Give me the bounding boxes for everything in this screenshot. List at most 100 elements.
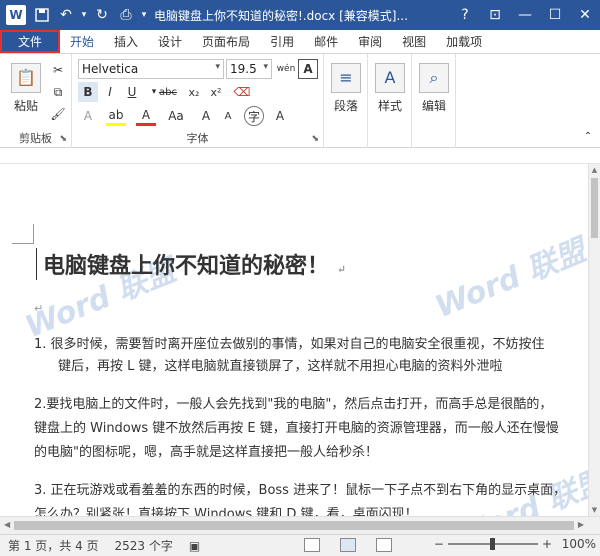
title-bar: W ↶ ▾ ↻ ⎙ ▾ 电脑键盘上你不知道的秘密!.docx [兼容模式]...… bbox=[0, 0, 600, 30]
chevron-down-icon: ▾ bbox=[215, 62, 220, 72]
web-layout-icon[interactable] bbox=[376, 538, 392, 552]
doc-paragraph-2-line-2: 键盘上的 Windows 键不放然后再按 E 键，直接打开电脑的资源管理器，而一… bbox=[34, 421, 559, 436]
font-size-value: 19.5 bbox=[230, 62, 257, 76]
read-mode-icon[interactable] bbox=[304, 538, 320, 552]
phonetic-guide-icon[interactable]: wén bbox=[276, 59, 296, 79]
doc-paragraph-3-line-2: 怎么办？别紧张！直接按下 Windows 键和 D 键，看，桌面闪现！ bbox=[34, 507, 418, 516]
grow-font-icon[interactable]: A bbox=[196, 106, 216, 126]
font-family-value: Helvetica bbox=[82, 62, 139, 76]
collapse-ribbon-icon[interactable]: ⌃ bbox=[578, 126, 598, 146]
tab-file[interactable]: 文件 bbox=[0, 30, 60, 53]
styles-group: A 样式 bbox=[368, 54, 412, 148]
horizontal-scroll-thumb[interactable] bbox=[14, 521, 574, 530]
paragraph-mark-icon: ↵ bbox=[34, 302, 44, 315]
scroll-left-icon[interactable]: ◀ bbox=[4, 520, 10, 529]
quick-access-toolbar: W ↶ ▾ ↻ ⎙ ▾ bbox=[0, 0, 150, 30]
word-app-icon[interactable]: W bbox=[6, 5, 26, 25]
font-color-icon[interactable]: A bbox=[136, 106, 156, 126]
editing-button[interactable]: ⌕ 编辑 bbox=[418, 60, 450, 116]
tab-add-ins[interactable]: 加载项 bbox=[436, 30, 492, 53]
cut-icon[interactable]: ✂ bbox=[48, 60, 68, 80]
document-title-text: 电脑键盘上你不知道的秘密！ bbox=[43, 253, 330, 279]
scroll-right-icon[interactable]: ▶ bbox=[578, 520, 584, 529]
tab-page-layout[interactable]: 页面布局 bbox=[192, 30, 260, 53]
clipboard-group: 📋 粘贴 ✂ ⧉ 🖌 剪贴板 ⬊ bbox=[0, 54, 72, 148]
horizontal-scrollbar[interactable]: ◀ ▶ bbox=[0, 516, 600, 534]
tab-references[interactable]: 引用 bbox=[260, 30, 304, 53]
font-size-select[interactable]: 19.5 ▾ bbox=[226, 59, 272, 79]
customize-qa-icon[interactable]: ▾ bbox=[138, 3, 150, 27]
font-family-select[interactable]: Helvetica ▾ bbox=[78, 59, 224, 79]
doc-paragraph-2-line-3: 的电脑"的图标呢，嗯，高手就是这样直接把一般人给秒杀！ bbox=[34, 445, 378, 460]
change-case-icon[interactable]: Aa bbox=[166, 106, 186, 126]
paragraph-mark-icon: ↵ bbox=[336, 263, 346, 276]
dropdown-chevron-icon[interactable]: ▾ bbox=[78, 3, 90, 27]
ribbon-display-icon[interactable]: ⊡ bbox=[480, 0, 510, 30]
tab-design[interactable]: 设计 bbox=[148, 30, 192, 53]
character-border-icon[interactable]: A bbox=[298, 59, 318, 79]
doc-paragraph-2-line-1: 2.要找电脑上的文件时，一般人会先找到"我的电脑"，然后点击打开，而高手总是很酷… bbox=[34, 397, 553, 412]
page-margin-mark bbox=[12, 224, 34, 244]
subscript-icon[interactable]: x₂ bbox=[184, 82, 204, 102]
tab-view[interactable]: 视图 bbox=[392, 30, 436, 53]
zoom-out-button[interactable]: − bbox=[434, 537, 444, 551]
document-title: 电脑键盘上你不知道的秘密！ ↵ bbox=[36, 248, 346, 280]
clipboard-icon: 📋 bbox=[11, 62, 41, 93]
paragraph-group: ≡ 段落 bbox=[324, 54, 368, 148]
strikethrough-icon[interactable]: abc bbox=[158, 82, 178, 102]
word-count[interactable]: 2523 个字 bbox=[107, 537, 181, 554]
print-preview-icon[interactable]: ⎙ bbox=[114, 3, 138, 27]
underline-icon[interactable]: U bbox=[122, 82, 142, 102]
redo-icon[interactable]: ↻ bbox=[90, 3, 114, 27]
zoom-level[interactable]: 100% bbox=[556, 537, 596, 551]
copy-icon[interactable]: ⧉ bbox=[48, 82, 68, 102]
tab-review[interactable]: 审阅 bbox=[348, 30, 392, 53]
undo-icon[interactable]: ↶ bbox=[54, 3, 78, 27]
styles-button[interactable]: A 样式 bbox=[374, 60, 406, 116]
character-shading-icon[interactable]: A bbox=[270, 106, 290, 126]
print-layout-icon[interactable] bbox=[340, 538, 356, 552]
help-button[interactable]: ? bbox=[450, 0, 480, 30]
maximize-button[interactable]: ☐ bbox=[540, 0, 570, 30]
italic-icon[interactable]: I bbox=[100, 82, 120, 102]
tab-home[interactable]: 开始 bbox=[60, 30, 104, 53]
ribbon: 📋 粘贴 ✂ ⧉ 🖌 剪贴板 ⬊ Helvetica ▾ 19.5 ▾ wén … bbox=[0, 54, 600, 148]
highlight-icon[interactable]: ab bbox=[106, 106, 126, 126]
doc-paragraph-1-line-1: 1. 很多时候，需要暂时离开座位去做别的事情，如果对自己的电脑安全很重视，不妨按… bbox=[34, 337, 545, 352]
watermark: Word 联盟 bbox=[430, 233, 588, 326]
format-painter-icon[interactable]: 🖌 bbox=[48, 104, 68, 124]
vertical-scrollbar[interactable]: ▲ ▼ bbox=[588, 164, 600, 516]
font-launcher-icon[interactable]: ⬊ bbox=[311, 134, 319, 144]
font-group: Helvetica ▾ 19.5 ▾ wén A B I U ▾ abc x₂ … bbox=[72, 54, 324, 148]
tab-insert[interactable]: 插入 bbox=[104, 30, 148, 53]
save-icon[interactable] bbox=[30, 3, 54, 27]
styles-icon: A bbox=[375, 62, 405, 93]
paragraph-button[interactable]: ≡ 段落 bbox=[330, 60, 362, 116]
clear-formatting-icon[interactable]: ⌫ bbox=[232, 82, 252, 102]
zoom-in-button[interactable]: + bbox=[542, 537, 552, 551]
paste-button[interactable]: 📋 粘贴 bbox=[8, 60, 44, 116]
tab-mailings[interactable]: 邮件 bbox=[304, 30, 348, 53]
editing-group: ⌕ 编辑 bbox=[412, 54, 456, 148]
styles-label: 样式 bbox=[377, 98, 402, 113]
proofing-icon[interactable]: ▣ bbox=[181, 539, 208, 553]
minimize-button[interactable]: — bbox=[510, 0, 540, 30]
zoom-slider[interactable] bbox=[447, 538, 538, 550]
enclose-characters-icon[interactable]: 字 bbox=[244, 106, 264, 126]
document-canvas[interactable]: Word 联盟 Word 联盟 Word 联盟 电脑键盘上你不知道的秘密！ ↵ … bbox=[0, 164, 588, 516]
paragraph-icon: ≡ bbox=[331, 62, 361, 93]
zoom-control: − + 100% bbox=[434, 537, 596, 551]
clipboard-launcher-icon[interactable]: ⬊ bbox=[59, 134, 67, 144]
scroll-down-icon[interactable]: ▼ bbox=[589, 504, 600, 516]
font-group-label: 字体 bbox=[186, 132, 209, 145]
superscript-icon[interactable]: x² bbox=[206, 82, 226, 102]
zoom-slider-knob[interactable] bbox=[489, 538, 495, 550]
vertical-scroll-thumb[interactable] bbox=[591, 178, 598, 238]
bold-icon[interactable]: B bbox=[78, 82, 98, 102]
scroll-up-icon[interactable]: ▲ bbox=[589, 164, 600, 176]
text-effects-icon[interactable]: A bbox=[78, 106, 98, 126]
page-count[interactable]: 第 1 页，共 4 页 bbox=[0, 537, 107, 554]
close-button[interactable]: ✕ bbox=[570, 0, 600, 30]
status-bar: 第 1 页，共 4 页 2523 个字 ▣ − + 100% bbox=[0, 534, 600, 556]
shrink-font-icon[interactable]: A bbox=[218, 106, 238, 126]
